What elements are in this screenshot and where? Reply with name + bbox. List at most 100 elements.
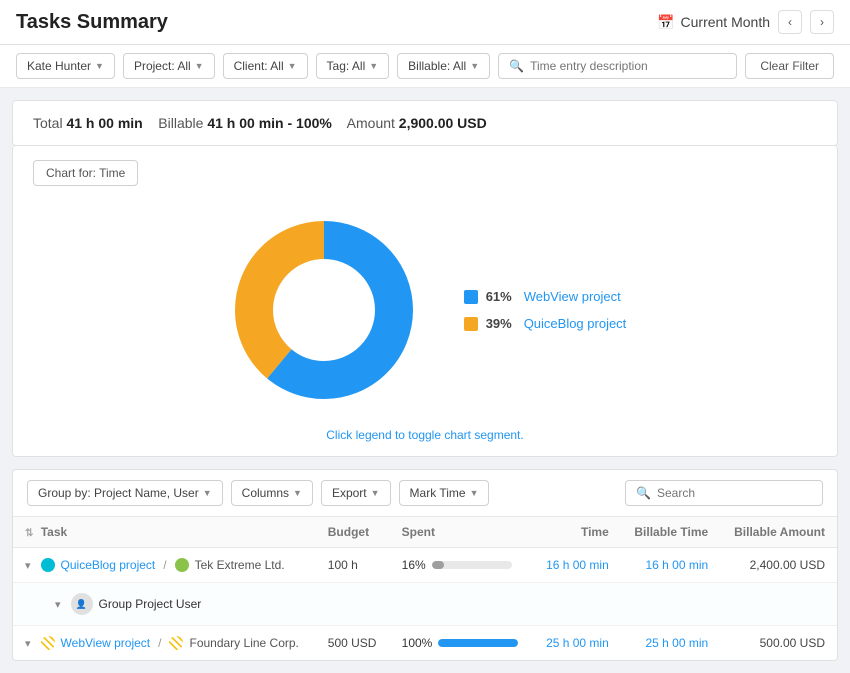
legend-dot-webview: [464, 290, 478, 304]
webview-project-name[interactable]: WebView project: [61, 636, 151, 650]
amount-value: 2,900.00 USD: [399, 115, 487, 131]
quiceblog-amount-val: 2,400.00 USD: [750, 558, 825, 572]
quiceblog-time-val[interactable]: 16 h 00 min: [546, 558, 609, 572]
project-filter-chevron: ▼: [195, 61, 204, 71]
quiceblog-time-cell: 16 h 00 min: [533, 548, 621, 583]
quiceblog-billable-time-cell: 16 h 00 min: [621, 548, 720, 583]
columns-label: Columns: [242, 486, 289, 500]
summary-text: Total 41 h 00 min Billable 41 h 00 min -…: [33, 115, 487, 131]
legend-pct-quiceblog: 39%: [486, 316, 516, 331]
user-filter-chevron: ▼: [95, 61, 104, 71]
legend-item-webview[interactable]: 61% WebView project: [464, 289, 627, 304]
prev-period-button[interactable]: ‹: [778, 10, 802, 34]
group-by-label: Group by: Project Name, User: [38, 486, 199, 500]
sort-icon-task: ⇅: [25, 528, 33, 539]
header-right: 📅 Current Month ‹ ›: [657, 10, 834, 34]
webview-spent-cell: 100%: [390, 626, 533, 661]
quiceblog-amount-cell: 2,400.00 USD: [720, 548, 837, 583]
legend-item-quiceblog[interactable]: 39% QuiceBlog project: [464, 316, 627, 331]
chart-container: 61% 39% 61% WebView project 39% QuiceBlo…: [33, 200, 817, 420]
clear-filter-button[interactable]: Clear Filter: [745, 53, 834, 79]
legend-pct-webview: 61%: [486, 289, 516, 304]
donut-svg: 61% 39%: [224, 210, 424, 410]
mark-time-label: Mark Time: [410, 486, 466, 500]
quiceblog-subrow-cell: ▾ 👤 Group Project User: [13, 583, 837, 626]
webview-client-name: Foundary Line Corp.: [189, 636, 298, 650]
quiceblog-project-dot: [41, 558, 55, 572]
webview-budget-val: 500 USD: [328, 636, 377, 650]
chart-for-button[interactable]: Chart for: Time: [33, 160, 138, 186]
webview-billable-time-val[interactable]: 25 h 00 min: [645, 636, 708, 650]
next-period-button[interactable]: ›: [810, 10, 834, 34]
legend-name-quiceblog: QuiceBlog project: [524, 316, 627, 331]
quiceblog-project-name[interactable]: QuiceBlog project: [61, 558, 156, 572]
webview-time-cell: 25 h 00 min: [533, 626, 621, 661]
webview-time-val[interactable]: 25 h 00 min: [546, 636, 609, 650]
columns-button[interactable]: Columns ▼: [231, 480, 313, 506]
amount-label: Amount: [347, 115, 395, 131]
user-avatar-quiceblog: 👤: [71, 593, 93, 615]
period-label: Current Month: [681, 14, 770, 30]
quiceblog-spent-cell: 16%: [390, 548, 533, 583]
svg-text:61%: 61%: [339, 308, 365, 323]
table-search-input[interactable]: [657, 486, 812, 500]
columns-chevron: ▼: [293, 488, 302, 498]
webview-spent-pct: 100%: [402, 636, 433, 650]
description-search-input[interactable]: [530, 59, 726, 73]
total-label: Total: [33, 115, 63, 131]
project-filter-label: Project: All: [134, 59, 191, 73]
webview-amount-cell: 500.00 USD: [720, 626, 837, 661]
col-task: ⇅ Task: [13, 517, 316, 548]
table-row: ▾ WebView project / Foundary Line Corp. …: [13, 626, 837, 661]
webview-progress-bar-wrap: [438, 639, 518, 647]
project-filter-button[interactable]: Project: All ▼: [123, 53, 215, 79]
col-time: Time: [533, 517, 621, 548]
table-search-icon: 🔍: [636, 486, 651, 500]
group-by-chevron: ▼: [203, 488, 212, 498]
filter-bar: Kate Hunter ▼ Project: All ▼ Client: All…: [0, 45, 850, 88]
export-chevron: ▼: [371, 488, 380, 498]
current-month-label: 📅 Current Month: [657, 14, 770, 31]
group-by-button[interactable]: Group by: Project Name, User ▼: [27, 480, 223, 506]
user-filter-button[interactable]: Kate Hunter ▼: [16, 53, 115, 79]
webview-client-dot: [169, 636, 183, 650]
col-budget: Budget: [316, 517, 390, 548]
summary-section: Total 41 h 00 min Billable 41 h 00 min -…: [12, 100, 838, 146]
description-search-icon: 🔍: [509, 59, 524, 73]
export-button[interactable]: Export ▼: [321, 480, 391, 506]
client-filter-chevron: ▼: [288, 61, 297, 71]
legend-name-webview: WebView project: [524, 289, 621, 304]
expand-icon-webview[interactable]: ▾: [25, 637, 31, 650]
user-filter-label: Kate Hunter: [27, 59, 91, 73]
quiceblog-budget-val: 100 h: [328, 558, 358, 572]
quiceblog-spent-pct: 16%: [402, 558, 426, 572]
page: Tasks Summary 📅 Current Month ‹ › Kate H…: [0, 0, 850, 661]
donut-chart: 61% 39%: [224, 210, 424, 410]
quiceblog-progress-bar: [432, 561, 445, 569]
col-billable-amount: Billable Amount: [720, 517, 837, 548]
chart-hint: Click legend to toggle chart segment.: [33, 428, 817, 442]
chart-section: Chart for: Time 61% 39%: [12, 146, 838, 457]
billable-filter-label: Billable: All: [408, 59, 466, 73]
chart-legend: 61% WebView project 39% QuiceBlog projec…: [464, 289, 627, 331]
quiceblog-budget-cell: 100 h: [316, 548, 390, 583]
billable-filter-button[interactable]: Billable: All ▼: [397, 53, 490, 79]
webview-task-cell: ▾ WebView project / Foundary Line Corp.: [13, 626, 316, 661]
client-filter-button[interactable]: Client: All ▼: [223, 53, 308, 79]
table-search-wrap: 🔍: [625, 480, 823, 506]
webview-budget-cell: 500 USD: [316, 626, 390, 661]
mark-time-button[interactable]: Mark Time ▼: [399, 480, 490, 506]
calendar-icon: 📅: [657, 14, 674, 31]
tag-filter-label: Tag: All: [327, 59, 366, 73]
webview-billable-time-cell: 25 h 00 min: [621, 626, 720, 661]
expand-icon-quiceblog[interactable]: ▾: [25, 559, 31, 572]
col-spent: Spent: [390, 517, 533, 548]
export-label: Export: [332, 486, 367, 500]
mark-time-chevron: ▼: [470, 488, 479, 498]
table-header-row: ⇅ Task Budget Spent Time Billable Time: [13, 517, 837, 548]
webview-amount-val: 500.00 USD: [760, 636, 825, 650]
billable-value: 41 h 00 min - 100%: [207, 115, 332, 131]
quiceblog-billable-time-val[interactable]: 16 h 00 min: [645, 558, 708, 572]
tag-filter-button[interactable]: Tag: All ▼: [316, 53, 390, 79]
expand-icon-quiceblog-user[interactable]: ▾: [55, 598, 61, 611]
